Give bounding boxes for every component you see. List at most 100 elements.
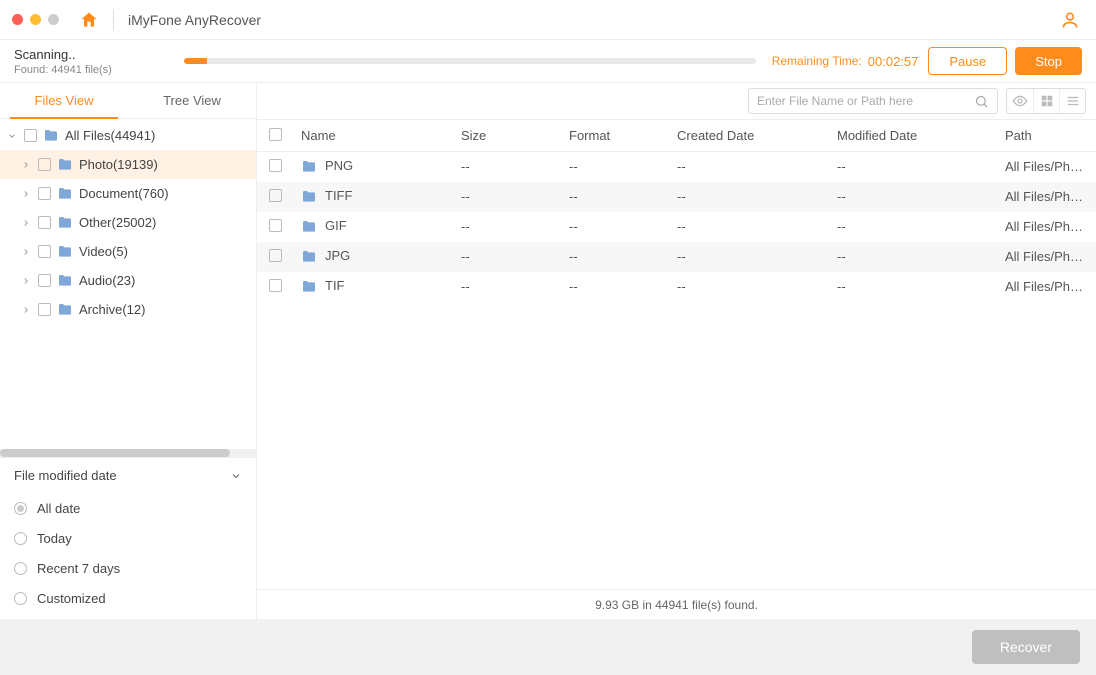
folder-icon [301,219,317,235]
tree-item[interactable]: Photo(19139) [0,150,256,179]
table-row[interactable]: TIFF--------All Files/Photo/T. [257,182,1096,212]
row-checkbox[interactable] [269,219,282,232]
user-icon[interactable] [1060,10,1080,30]
tree-checkbox[interactable] [38,245,51,258]
list-view-toggle[interactable] [1059,89,1085,113]
progress-status: Scanning.. Found: 44941 file(s) [14,47,174,76]
stop-button[interactable]: Stop [1015,47,1082,75]
tab-tree-view[interactable]: Tree View [128,83,256,118]
tree-checkbox[interactable] [38,303,51,316]
search-icon[interactable] [974,94,989,109]
filter-option[interactable]: All date [14,493,242,523]
radio[interactable] [14,532,27,545]
filter-option-label: Today [37,531,72,546]
cell-created: -- [669,242,829,272]
filter-option-label: Customized [37,591,106,606]
file-table: Name Size Format Created Date Modified D… [257,119,1096,302]
tree-arrow-icon[interactable] [20,276,32,286]
tree-item[interactable]: Audio(23) [0,266,256,295]
tree-arrow-icon[interactable] [20,189,32,199]
tree-checkbox[interactable] [24,129,37,142]
search-input[interactable] [757,94,974,108]
close-window-button[interactable] [12,14,23,25]
preview-toggle[interactable] [1007,89,1033,113]
cell-created: -- [669,212,829,242]
found-count: Found: 44941 file(s) [14,64,174,76]
radio[interactable] [14,502,27,515]
grid-view-toggle[interactable] [1033,89,1059,113]
filter-option[interactable]: Today [14,523,242,553]
table-row[interactable]: JPG--------All Files/Photo/J. [257,242,1096,272]
folder-icon [301,249,317,265]
cell-size: -- [453,212,561,242]
folder-icon [57,186,73,202]
tree-item-label: Audio(23) [79,273,135,288]
table-row[interactable]: GIF--------All Files/Photo/G [257,212,1096,242]
view-toggles [1006,88,1086,114]
col-modified[interactable]: Modified Date [829,120,997,152]
cell-path: All Files/Photo/T. [997,182,1096,212]
table-row[interactable]: TIF--------All Files/Photo/TI [257,272,1096,302]
tree-checkbox[interactable] [38,216,51,229]
toolbar [257,83,1096,119]
table-row[interactable]: PNG--------All Files/Photo/P. [257,152,1096,182]
row-checkbox[interactable] [269,159,282,172]
select-all-checkbox[interactable] [269,128,282,141]
tree-arrow-icon[interactable] [6,131,18,141]
tab-files-view[interactable]: Files View [0,83,128,118]
remaining-time: 00:02:57 [868,54,919,69]
file-table-wrap: Name Size Format Created Date Modified D… [257,119,1096,589]
tree-checkbox[interactable] [38,158,51,171]
cell-name: JPG [325,248,350,263]
radio[interactable] [14,562,27,575]
tree-item[interactable]: Document(760) [0,179,256,208]
cell-name: PNG [325,158,353,173]
row-checkbox[interactable] [269,189,282,202]
cell-created: -- [669,272,829,302]
progress-fill [184,58,207,64]
tree-item[interactable]: Video(5) [0,237,256,266]
tree-item[interactable]: All Files(44941) [0,121,256,150]
search-box[interactable] [748,88,998,114]
row-checkbox[interactable] [269,249,282,262]
folder-icon [301,159,317,175]
col-path[interactable]: Path [997,120,1096,152]
tree-arrow-icon[interactable] [20,160,32,170]
tree-arrow-icon[interactable] [20,305,32,315]
tree-checkbox[interactable] [38,274,51,287]
tree-item[interactable]: Archive(12) [0,295,256,324]
progress-row: Scanning.. Found: 44941 file(s) Remainin… [0,40,1096,82]
col-created[interactable]: Created Date [669,120,829,152]
status-bar: 9.93 GB in 44941 file(s) found. [257,589,1096,619]
col-size[interactable]: Size [453,120,561,152]
divider [113,9,114,31]
home-icon[interactable] [79,10,99,30]
tree-checkbox[interactable] [38,187,51,200]
maximize-window-button[interactable] [48,14,59,25]
cell-format: -- [561,272,669,302]
cell-modified: -- [829,152,997,182]
tree-item-label: Video(5) [79,244,128,259]
tree-arrow-icon[interactable] [20,218,32,228]
tree-arrow-icon[interactable] [20,247,32,257]
col-format[interactable]: Format [561,120,669,152]
filter-option[interactable]: Customized [14,583,242,613]
tree-item-label: Archive(12) [79,302,145,317]
tree-item[interactable]: Other(25002) [0,208,256,237]
cell-format: -- [561,152,669,182]
cell-name: TIFF [325,188,352,203]
radio[interactable] [14,592,27,605]
cell-path: All Files/Photo/P. [997,152,1096,182]
minimize-window-button[interactable] [30,14,41,25]
cell-name: TIF [325,278,345,293]
tree-item-label: All Files(44941) [65,128,155,143]
filter-option[interactable]: Recent 7 days [14,553,242,583]
sidebar-scrollbar[interactable] [0,449,256,457]
table-header-row: Name Size Format Created Date Modified D… [257,120,1096,152]
recover-button[interactable]: Recover [972,630,1080,664]
cell-size: -- [453,182,561,212]
filter-header[interactable]: File modified date [14,468,242,483]
pause-button[interactable]: Pause [928,47,1007,75]
row-checkbox[interactable] [269,279,282,292]
col-name[interactable]: Name [293,120,453,152]
